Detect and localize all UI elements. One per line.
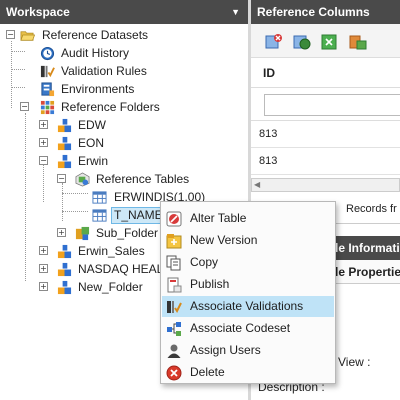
expand-toggle-icon[interactable]: +	[39, 264, 48, 273]
tree-label: Validation Rules	[61, 64, 147, 78]
collapse-toggle-icon[interactable]: −	[57, 174, 66, 183]
cell-id: 813	[259, 155, 278, 167]
tree-node-reference-datasets[interactable]: − Reference Datasets	[0, 26, 200, 44]
folder-stack-icon	[57, 244, 72, 259]
panel-collapse-icon[interactable]: ▼	[231, 0, 240, 24]
tree-node-audit-history[interactable]: Audit History	[0, 44, 200, 62]
folder-stack-icon	[57, 262, 72, 277]
tree-label: Erwin	[78, 154, 109, 168]
menu-item-copy[interactable]: Copy	[162, 252, 334, 273]
copy-icon	[166, 255, 181, 271]
expand-toggle-icon[interactable]: +	[39, 138, 48, 147]
tab-label: le Properties	[335, 265, 400, 279]
clock-icon	[40, 46, 55, 61]
tree-label: EDW	[78, 118, 106, 132]
menu-item-label: Publish	[190, 277, 230, 291]
folder-stack-icon	[57, 118, 72, 133]
menu-item-new-version[interactable]: New Version	[162, 230, 334, 251]
expand-toggle-icon[interactable]: +	[39, 282, 48, 291]
tree-label: NASDAQ HEALT	[78, 262, 170, 276]
workspace-panel-header: Workspace ▼	[0, 0, 248, 24]
column-header-id[interactable]: ID	[251, 58, 400, 88]
publish-icon	[167, 277, 182, 293]
folder-stack-icon	[57, 136, 72, 151]
delete-icon	[166, 365, 182, 381]
menu-item-label: Delete	[190, 365, 225, 379]
table-row[interactable]: 813	[251, 121, 400, 148]
folder-stack-icon	[57, 154, 72, 169]
menu-item-delete[interactable]: Delete	[162, 362, 334, 383]
environments-icon	[41, 82, 55, 97]
associate-validations-icon	[167, 301, 182, 313]
cell-id: 813	[259, 128, 278, 140]
menu-item-alter-table[interactable]: Alter Table	[162, 208, 334, 229]
collapse-toggle-icon[interactable]: −	[20, 102, 29, 111]
folder-stack-icon	[57, 280, 72, 295]
assign-users-icon	[167, 344, 181, 358]
workspace-title: Workspace	[6, 5, 70, 19]
tree-label: Reference Datasets	[42, 28, 149, 42]
tree-label: New_Folder	[78, 280, 143, 294]
tree-node-reference-folders[interactable]: − Reference Folders	[0, 98, 200, 116]
menu-item-label: Copy	[190, 255, 219, 269]
edit-column-icon[interactable]	[349, 33, 367, 51]
expand-toggle-icon[interactable]: +	[39, 246, 48, 255]
folder-open-icon	[20, 31, 35, 41]
collapse-toggle-icon[interactable]: −	[39, 156, 48, 165]
export-column-icon[interactable]	[321, 33, 339, 51]
tree-label: Erwin_Sales	[78, 244, 145, 258]
menu-item-label: Associate Validations	[190, 299, 304, 313]
tree-node-erwin[interactable]: − Erwin	[0, 152, 200, 170]
menu-item-publish[interactable]: Publish	[162, 274, 334, 295]
table-icon	[92, 191, 107, 204]
menu-item-label: Assign Users	[190, 343, 261, 357]
tree-node-reference-tables[interactable]: − Reference Tables	[0, 170, 220, 188]
menu-item-label: New Version	[190, 233, 258, 247]
validation-rules-icon	[40, 65, 55, 78]
menu-item-label: Alter Table	[190, 211, 247, 225]
pager-records-text: Records fr	[346, 203, 397, 215]
reference-columns-title: Reference Columns	[257, 5, 370, 19]
expand-toggle-icon[interactable]: +	[39, 120, 48, 129]
delete-column-icon[interactable]	[265, 33, 283, 51]
scroll-left-arrow-icon[interactable]: ◀	[254, 180, 260, 189]
collapse-toggle-icon[interactable]: −	[6, 30, 15, 39]
table-icon	[92, 209, 107, 222]
tree-label: Sub_Folder	[96, 226, 159, 240]
menu-item-assign-users[interactable]: Assign Users	[162, 340, 334, 361]
reference-folders-icon	[40, 100, 55, 115]
alter-table-icon	[166, 211, 182, 227]
tree-node-validation-rules[interactable]: Validation Rules	[0, 62, 200, 80]
sub-folder-icon	[75, 226, 90, 241]
context-menu: Alter Table New Version Copy Publish Ass…	[160, 201, 336, 384]
column-filter-input[interactable]	[264, 94, 400, 116]
tree-label: Environments	[61, 82, 135, 96]
filter-row	[251, 88, 400, 121]
menu-item-associate-codeset[interactable]: Associate Codeset	[162, 318, 334, 339]
horizontal-scrollbar[interactable]: ◀	[251, 178, 400, 192]
new-version-icon	[166, 234, 182, 249]
tree-label: Reference Tables	[96, 172, 190, 186]
table-row[interactable]: 813	[251, 148, 400, 175]
tree-node-environments[interactable]: Environments	[0, 80, 200, 98]
associate-codeset-icon	[167, 322, 181, 336]
tree-node-eon[interactable]: + EON	[0, 134, 200, 152]
menu-item-associate-validations[interactable]: Associate Validations	[162, 296, 334, 317]
globe-column-icon[interactable]	[293, 33, 311, 51]
column-header-label: ID	[263, 66, 275, 80]
reference-columns-toolbar	[251, 24, 400, 58]
tree-label: Reference Folders	[61, 100, 160, 114]
reference-tables-icon	[75, 172, 90, 187]
view-label: View :	[338, 355, 371, 369]
expand-toggle-icon[interactable]: +	[57, 228, 66, 237]
table-information-title: le Informatio	[335, 241, 400, 255]
reference-columns-header: Reference Columns	[251, 0, 400, 24]
tree-label: Audit History	[61, 46, 130, 60]
menu-item-label: Associate Codeset	[190, 321, 291, 335]
tree-label: EON	[78, 136, 105, 150]
tree-node-edw[interactable]: + EDW	[0, 116, 200, 134]
